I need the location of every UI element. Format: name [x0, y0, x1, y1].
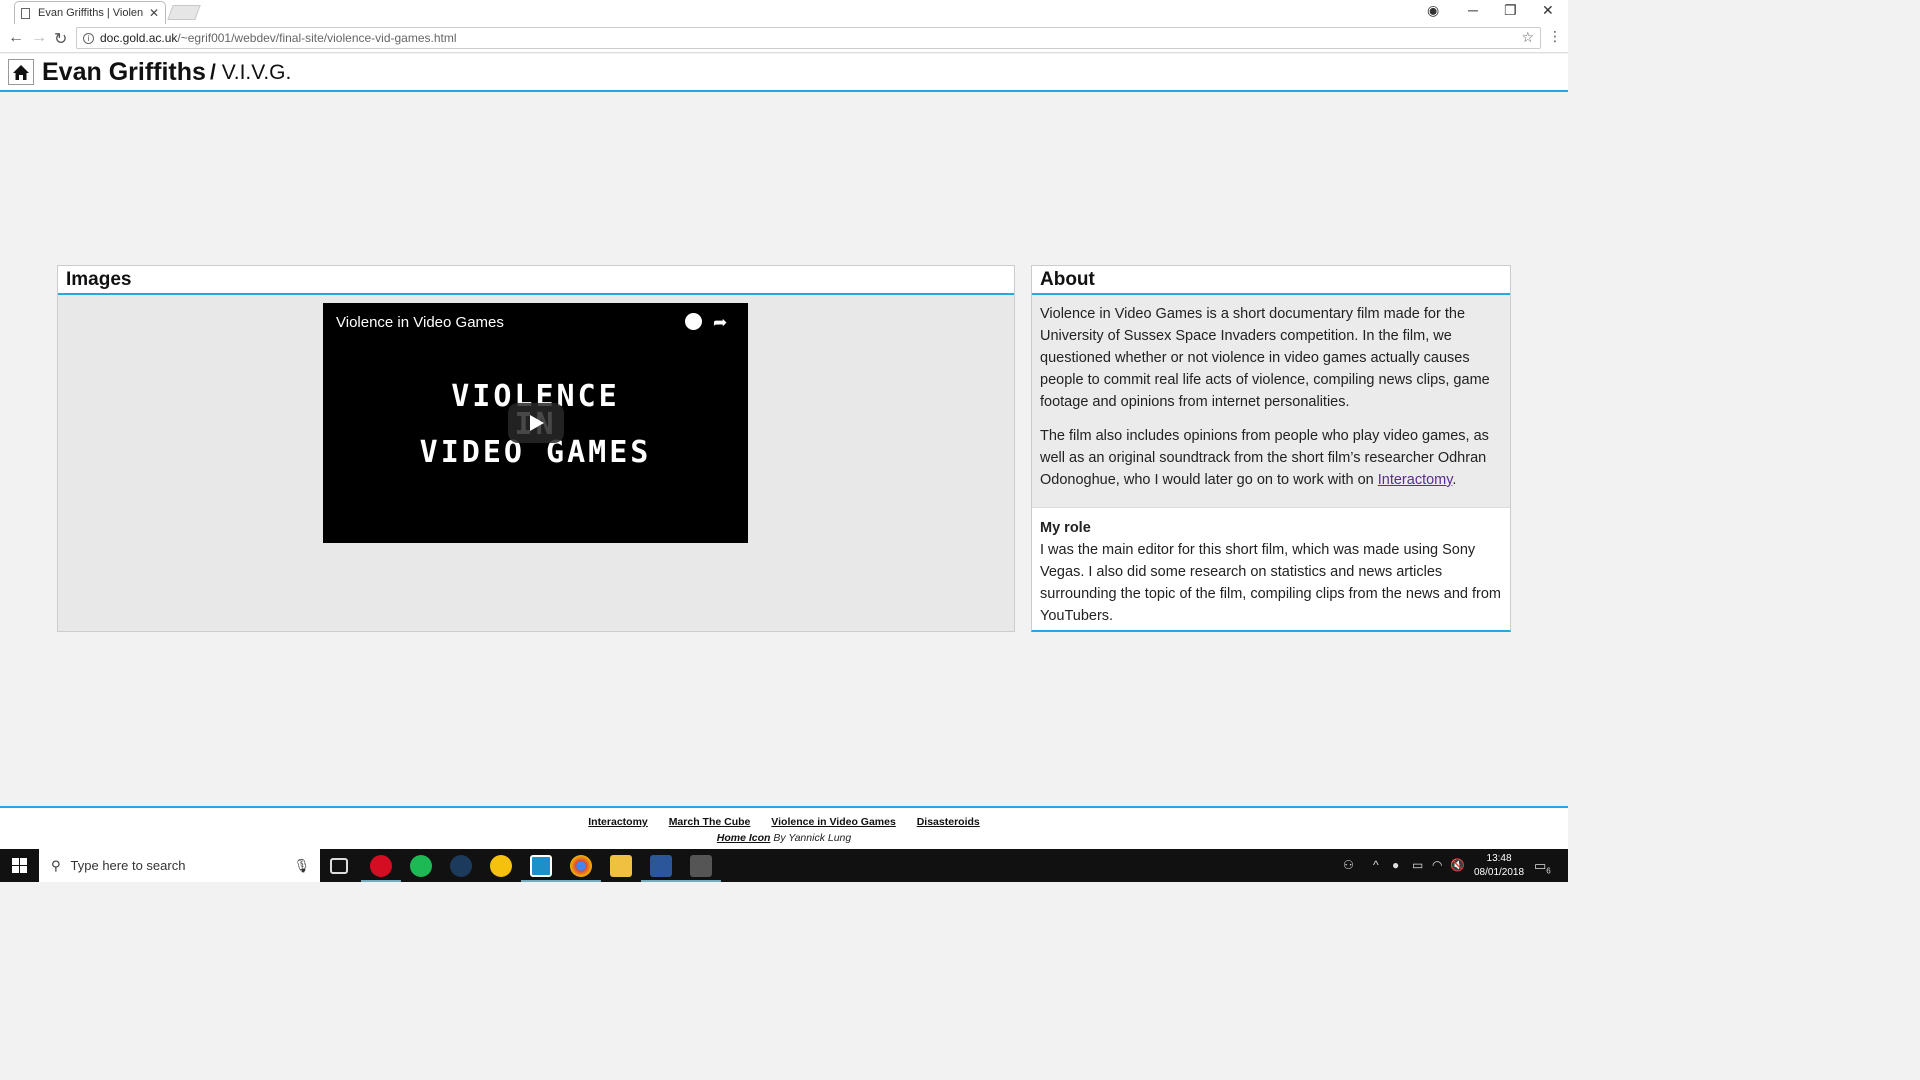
- clock-time: 13:48: [1486, 853, 1512, 864]
- tab-title: Evan Griffiths | Violence i: [38, 7, 143, 19]
- chrome-icon[interactable]: [570, 855, 592, 877]
- site-header: Evan Griffiths / V.I.V.G.: [0, 54, 1568, 92]
- battery-icon[interactable]: ▭: [1412, 858, 1423, 872]
- home-button[interactable]: [8, 59, 34, 85]
- interactomy-link[interactable]: Interactomy: [1378, 472, 1453, 488]
- network-icon[interactable]: ◠: [1432, 858, 1442, 872]
- watch-later-icon[interactable]: [685, 313, 702, 335]
- emoji-app-icon[interactable]: [490, 855, 512, 877]
- active-indicator: [361, 880, 401, 882]
- page-icon: [21, 7, 30, 19]
- about-panel: About Violence in Video Games is a short…: [1031, 265, 1511, 632]
- taskbar-search[interactable]: ⚲ Type here to search 🎙: [39, 849, 320, 882]
- home-icon: [13, 64, 29, 80]
- share-icon[interactable]: ➦: [713, 313, 727, 333]
- site-footer: Interactomy March The Cube Violence in V…: [0, 806, 1568, 849]
- play-icon[interactable]: [508, 403, 564, 443]
- app-icon[interactable]: [530, 855, 552, 877]
- word-icon[interactable]: [650, 855, 672, 877]
- footer-link-disasteroids[interactable]: Disasteroids: [917, 816, 980, 828]
- steam-icon[interactable]: [450, 855, 472, 877]
- address-bar[interactable]: i doc.gold.ac.uk /~egrif001/webdev/final…: [76, 27, 1541, 49]
- spotify-icon[interactable]: [410, 855, 432, 877]
- reload-icon[interactable]: ↻: [54, 29, 67, 49]
- game-app-icon[interactable]: [690, 855, 712, 877]
- restore-icon[interactable]: ❐: [1504, 2, 1517, 19]
- footer-link-march-the-cube[interactable]: March The Cube: [669, 816, 751, 828]
- start-button[interactable]: [0, 849, 38, 882]
- video-player[interactable]: Violence in Video Games ➦ VIOLENCE IN VI…: [323, 303, 748, 543]
- close-icon[interactable]: ✕: [149, 6, 159, 20]
- clock-date: 08/01/2018: [1474, 867, 1525, 878]
- minimize-icon[interactable]: ─: [1468, 2, 1478, 18]
- role-text: I was the main editor for this short fil…: [1040, 542, 1501, 624]
- forward-icon[interactable]: →: [31, 29, 47, 47]
- volume-muted-icon[interactable]: 🔇: [1450, 858, 1465, 872]
- tray-app-icon[interactable]: ●: [1392, 858, 1399, 872]
- new-tab-button[interactable]: [167, 5, 201, 20]
- browser-toolbar: ← → ↻ i doc.gold.ac.uk /~egrif001/webdev…: [0, 24, 1568, 53]
- search-placeholder: Type here to search: [70, 858, 186, 873]
- role-section: My role I was the main editor for this s…: [1032, 507, 1510, 636]
- page-subtitle: / V.I.V.G.: [210, 61, 292, 84]
- browser-menu-icon[interactable]: ⋮: [1548, 28, 1562, 45]
- profile-icon[interactable]: ◉: [1427, 2, 1439, 19]
- about-paragraph: The film also includes opinions from peo…: [1040, 428, 1489, 488]
- active-indicator: [561, 880, 601, 882]
- active-indicator: [521, 880, 561, 882]
- windows-icon: [11, 858, 27, 873]
- site-title: Evan Griffiths: [42, 58, 206, 86]
- browser-tabstrip: Evan Griffiths | Violence i ✕ ◉ ─ ❐ ✕: [0, 0, 1568, 24]
- images-panel: Images Violence in Video Games ➦ VIOLENC…: [57, 265, 1015, 632]
- people-icon[interactable]: ⚇: [1343, 858, 1354, 872]
- video-title[interactable]: Violence in Video Games: [336, 314, 504, 331]
- about-heading: About: [1032, 266, 1510, 295]
- footer-link-interactomy[interactable]: Interactomy: [588, 816, 648, 828]
- system-clock[interactable]: 13:48 08/01/2018: [1474, 852, 1524, 880]
- home-icon-credit-link[interactable]: Home Icon: [717, 832, 771, 844]
- footer-links: Interactomy March The Cube Violence in V…: [0, 808, 1568, 828]
- windows-taskbar: ⚲ Type here to search 🎙 ⚇ ^ ● ▭ ◠ 🔇 13:4…: [0, 849, 1568, 882]
- active-indicator: [681, 880, 721, 882]
- notifications-icon[interactable]: ▭6: [1534, 858, 1551, 876]
- bookmark-star-icon[interactable]: ☆: [1521, 29, 1534, 46]
- images-heading: Images: [58, 266, 1014, 295]
- url-path: /~egrif001/webdev/final-site/violence-vi…: [177, 31, 457, 45]
- about-paragraph: Violence in Video Games is a short docum…: [1040, 306, 1490, 410]
- browser-tab[interactable]: Evan Griffiths | Violence i ✕: [14, 1, 166, 24]
- icon-credit: Home Icon By Yannick Lung: [716, 832, 852, 844]
- search-icon: ⚲: [51, 857, 61, 873]
- back-icon[interactable]: ←: [8, 29, 24, 47]
- tray-chevron-icon[interactable]: ^: [1373, 858, 1379, 872]
- task-view-icon[interactable]: [330, 858, 348, 874]
- role-title: My role: [1040, 520, 1091, 536]
- footer-link-vivg[interactable]: Violence in Video Games: [771, 816, 896, 828]
- opera-icon[interactable]: [370, 855, 392, 877]
- active-indicator: [641, 880, 681, 882]
- close-window-icon[interactable]: ✕: [1542, 2, 1554, 19]
- about-body: Violence in Video Games is a short docum…: [1032, 295, 1510, 507]
- microphone-icon[interactable]: 🎙: [293, 858, 310, 874]
- info-icon[interactable]: i: [83, 32, 94, 44]
- file-explorer-icon[interactable]: [610, 855, 632, 877]
- url-host: doc.gold.ac.uk: [100, 31, 178, 45]
